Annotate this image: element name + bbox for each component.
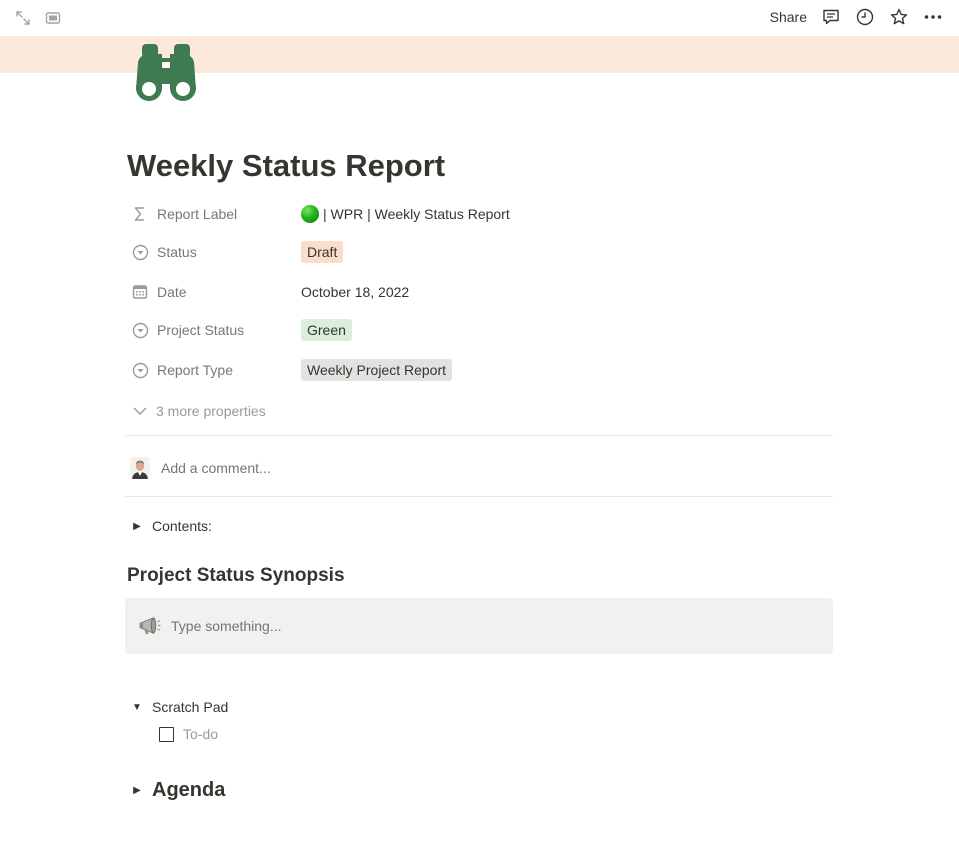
report-label-text: | WPR | Weekly Status Report	[323, 206, 510, 222]
agenda-toggle[interactable]: ▶ Agenda	[127, 777, 225, 803]
top-bar-left	[14, 9, 62, 27]
triangle-right-icon[interactable]: ▶	[127, 785, 147, 796]
property-report-type[interactable]: Report Type Weekly Project Report	[130, 356, 830, 384]
project-status-tag-green: Green	[301, 319, 352, 341]
scratch-pad-label: Scratch Pad	[152, 699, 229, 715]
property-date[interactable]: Date October 18, 2022	[130, 278, 830, 306]
scratch-pad-toggle[interactable]: ▼ Scratch Pad	[127, 697, 228, 717]
history-icon[interactable]	[855, 7, 875, 27]
report-type-tag: Weekly Project Report	[301, 359, 453, 381]
select-icon	[130, 242, 150, 262]
select-icon	[130, 320, 150, 340]
property-value[interactable]: Green	[301, 319, 352, 341]
page-title[interactable]: Weekly Status Report	[127, 148, 445, 184]
megaphone-icon[interactable]	[138, 614, 162, 638]
divider	[125, 496, 833, 497]
status-tag-draft: Draft	[301, 241, 344, 263]
top-bar-right: Share	[770, 7, 943, 27]
calendar-icon	[130, 282, 150, 302]
synopsis-heading[interactable]: Project Status Synopsis	[127, 565, 345, 587]
green-circle-icon	[301, 205, 319, 223]
chevron-down-icon	[130, 401, 150, 421]
property-name: Report Label	[157, 206, 238, 222]
property-name: Date	[157, 284, 187, 300]
comment-icon[interactable]	[821, 7, 841, 27]
divider	[125, 435, 833, 436]
top-bar: Share	[0, 0, 959, 36]
share-button[interactable]: Share	[770, 9, 807, 25]
property-value[interactable]: | WPR | Weekly Status Report	[301, 205, 510, 223]
property-value[interactable]: October 18, 2022	[301, 284, 409, 300]
expand-icon[interactable]	[14, 9, 32, 27]
avatar	[130, 457, 150, 479]
contents-toggle[interactable]: ▶ Contents:	[127, 516, 212, 536]
todo-item: To-do	[159, 726, 218, 742]
select-icon	[130, 360, 150, 380]
property-value[interactable]: Draft	[301, 241, 344, 263]
property-value[interactable]: Weekly Project Report	[301, 359, 453, 381]
sidebar-icon[interactable]	[44, 9, 62, 27]
contents-label: Contents:	[152, 518, 212, 534]
property-status[interactable]: Status Draft	[130, 238, 830, 266]
property-name: Project Status	[157, 322, 245, 338]
synopsis-callout[interactable]	[125, 598, 833, 654]
more-properties-label: 3 more properties	[156, 403, 266, 419]
triangle-right-icon[interactable]: ▶	[127, 521, 147, 532]
agenda-heading: Agenda	[152, 778, 226, 801]
property-project-status[interactable]: Project Status Green	[130, 316, 830, 344]
formula-icon	[130, 204, 150, 224]
binoculars-icon[interactable]	[132, 40, 202, 102]
triangle-down-icon[interactable]: ▼	[127, 702, 147, 713]
todo-placeholder[interactable]: To-do	[183, 726, 218, 742]
comment-input[interactable]	[161, 460, 561, 476]
property-name: Report Type	[157, 362, 234, 378]
property-report-label[interactable]: Report Label | WPR | Weekly Status Repor…	[130, 200, 830, 228]
more-properties-toggle[interactable]: 3 more properties	[130, 400, 300, 422]
more-icon[interactable]	[923, 7, 943, 27]
todo-checkbox[interactable]	[159, 726, 174, 742]
property-name: Status	[157, 244, 197, 260]
callout-input[interactable]	[171, 618, 671, 634]
star-icon[interactable]	[889, 7, 909, 27]
comment-row	[130, 455, 561, 481]
